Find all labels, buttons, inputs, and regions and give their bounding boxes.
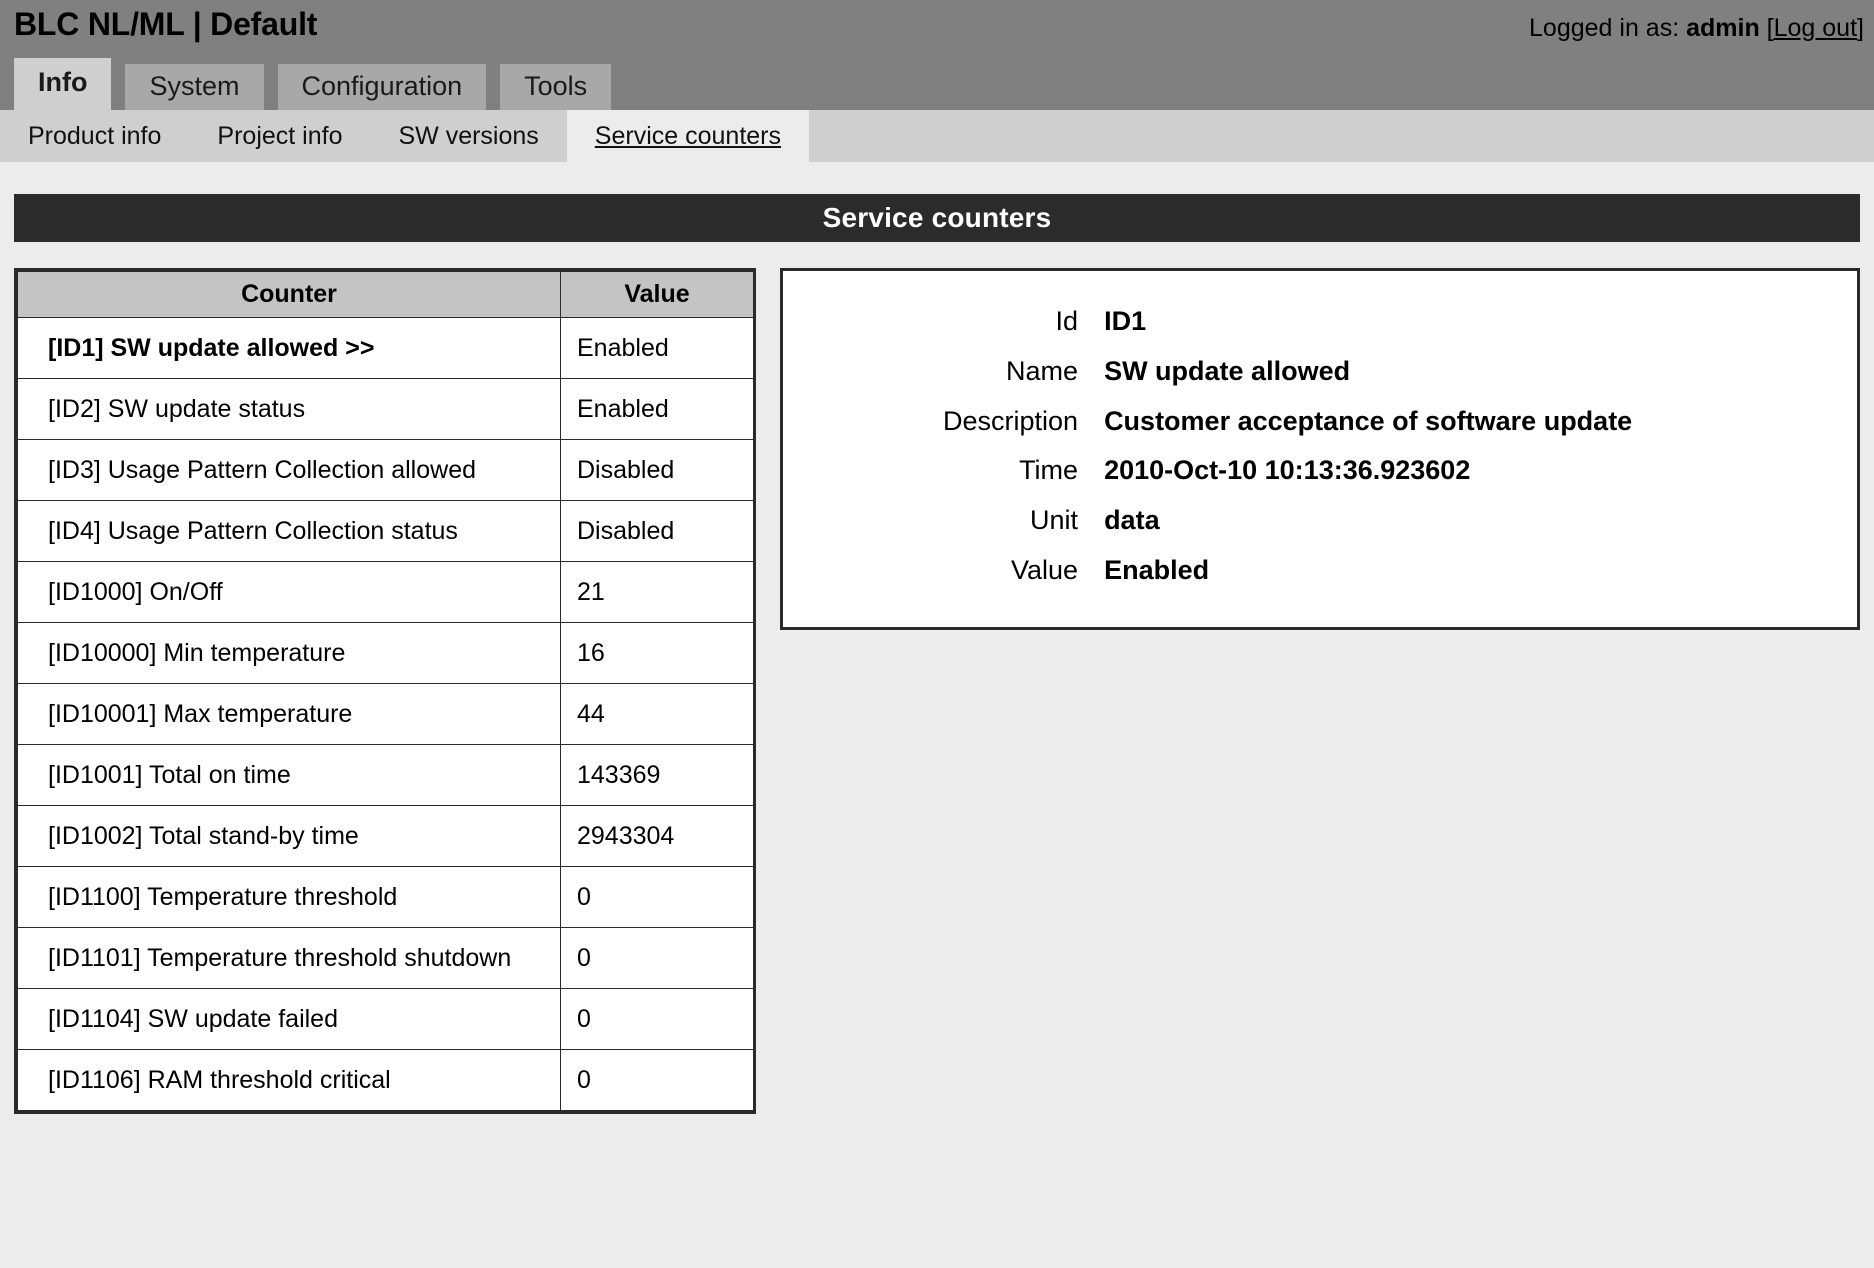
subtab-project-info[interactable]: Project info [189,110,370,162]
detail-label: Time [1019,455,1079,486]
detail-value: Enabled [1104,554,1210,585]
counter-table-container: Counter Value [ID1] SW update allowed >>… [14,268,756,1114]
detail-label: Value [1011,554,1079,585]
counter-value-cell: Disabled [560,500,754,562]
counter-name-cell[interactable]: [ID3] Usage Pattern Collection allowed [17,439,561,501]
table-row[interactable]: [ID4] Usage Pattern Collection status Dis… [17,500,754,562]
table-row[interactable]: [ID3] Usage Pattern Collection allowed Di… [17,439,754,501]
subtab-service-counters[interactable]: Service counters [566,110,809,162]
login-status: Logged in as: admin [Log out] [1529,14,1864,43]
detail-value: SW update allowed [1104,355,1351,386]
detail-label: Description [943,405,1079,436]
counter-value-cell: 21 [560,561,754,623]
tab-system[interactable]: System [125,64,264,110]
detail-value: ID1 [1104,306,1147,336]
counter-value-cell: 44 [560,683,754,745]
tab-tools-label: Tools [524,71,588,102]
logged-in-label: Logged in as: [1529,14,1680,42]
counter-value-cell: 143369 [560,744,754,806]
detail-label: Name [1006,355,1079,386]
counter-name-cell[interactable]: [ID1101] Temperature threshold shutdown [17,927,561,989]
app-title: BLC NL/ML | Default [14,6,318,42]
counter-name-cell[interactable]: [ID1104] SW update failed [17,988,561,1050]
table-header-row: Counter Value [17,271,754,318]
sub-tab-bar: Product info Project info SW versions Se… [0,110,1874,162]
counter-name-cell[interactable]: [ID1001] Total on time [17,744,561,806]
subtab-sw-versions-label: SW versions [398,121,539,150]
counter-name-cell[interactable]: [ID1] SW update allowed >> [17,317,561,379]
detail-label: Unit [1030,505,1079,535]
tab-info[interactable]: Info [14,58,112,110]
detail-value: 2010-Oct-10 10:13:36.923602 [1104,455,1471,486]
detail-row: Name SW update allowed [943,347,1632,397]
table-row[interactable]: [ID1002] Total stand-by time 2943304 [17,805,754,867]
subtab-project-info-label: Project info [217,121,343,150]
detail-value: data [1104,505,1160,535]
table-row[interactable]: [ID1104] SW update failed 0 [17,988,754,1050]
counter-detail-panel: Id ID1 Name SW update allowed Description Cus… [780,268,1860,630]
counter-value-cell: 0 [560,1049,754,1111]
tab-tools[interactable]: Tools [500,64,612,110]
counter-table: Counter Value [ID1] SW update allowed >>… [17,271,754,1111]
counter-table-body: [ID1] SW update allowed >> Enabled [ID2] S… [17,317,754,1111]
main-tab-bar: Info System Configuration Tools [14,58,612,110]
current-user: admin [1686,14,1760,42]
detail-row: Id ID1 [943,297,1632,347]
logout-bracket-close: ] [1857,14,1864,42]
counter-value-cell: Enabled [560,317,754,379]
subtab-product-info[interactable]: Product info [14,110,189,162]
tab-info-label: Info [38,66,88,97]
detail-row: Unit data [943,496,1632,546]
column-header-counter: Counter [17,271,561,318]
tab-configuration[interactable]: Configuration [277,64,487,110]
table-row[interactable]: [ID1106] RAM threshold critical 0 [17,1049,754,1111]
detail-row: Value Enabled [943,546,1632,596]
detail-label: Id [1055,306,1079,336]
table-row[interactable]: [ID1101] Temperature threshold shutdown 0 [17,927,754,989]
counter-name-cell[interactable]: [ID1100] Temperature threshold [17,866,561,928]
table-row[interactable]: [ID1] SW update allowed >> Enabled [17,317,754,379]
counter-detail-body: Id ID1 Name SW update allowed Description Cus… [943,297,1632,596]
counter-name-cell[interactable]: [ID1000] On/Off [17,561,561,623]
counter-value-cell: 0 [560,866,754,928]
counter-name-cell[interactable]: [ID1106] RAM threshold critical [17,1049,561,1111]
content-body: Counter Value [ID1] SW update allowed >>… [0,242,1874,1114]
logout-link[interactable]: Log out [1774,14,1857,42]
counter-value-cell: 0 [560,927,754,989]
counter-value-cell: 16 [560,622,754,684]
detail-value: Customer acceptance of software update [1104,405,1633,436]
counter-name-cell[interactable]: [ID10001] Max temperature [17,683,561,745]
tab-configuration-label: Configuration [301,71,463,102]
detail-row: Description Customer acceptance of softwa… [943,397,1632,447]
table-row[interactable]: [ID10001] Max temperature 44 [17,683,754,745]
table-row[interactable]: [ID2] SW update status Enabled [17,378,754,440]
subtab-product-info-label: Product info [28,121,162,150]
top-bar: BLC NL/ML | Default Logged in as: admin … [0,0,1874,110]
table-row[interactable]: [ID1001] Total on time 143369 [17,744,754,806]
counter-name-cell[interactable]: [ID4] Usage Pattern Collection status [17,500,561,562]
subtab-sw-versions[interactable]: SW versions [370,110,566,162]
detail-row: Time 2010-Oct-10 10:13:36.923602 [943,446,1632,496]
counter-value-cell: 0 [560,988,754,1050]
counter-detail-table: Id ID1 Name SW update allowed Description Cus… [943,297,1632,596]
counter-name-cell[interactable]: [ID2] SW update status [17,378,561,440]
counter-name-cell[interactable]: [ID10000] Min temperature [17,622,561,684]
counter-value-cell: 2943304 [560,805,754,867]
subtab-service-counters-label: Service counters [594,121,781,150]
counter-name-cell[interactable]: [ID1002] Total stand-by time [17,805,561,867]
counter-value-cell: Enabled [560,378,754,440]
counter-value-cell: Disabled [560,439,754,501]
table-row[interactable]: [ID1000] On/Off 21 [17,561,754,623]
page-title: Service counters [14,194,1860,242]
table-row[interactable]: [ID1100] Temperature threshold 0 [17,866,754,928]
logout-bracket-open: [ [1766,14,1774,42]
content-top-spacer [0,162,1874,194]
column-header-value: Value [560,271,754,318]
table-row[interactable]: [ID10000] Min temperature 16 [17,622,754,684]
tab-system-label: System [149,71,240,102]
content-area: Service counters Counter Value [ID1] SW … [0,162,1874,1268]
